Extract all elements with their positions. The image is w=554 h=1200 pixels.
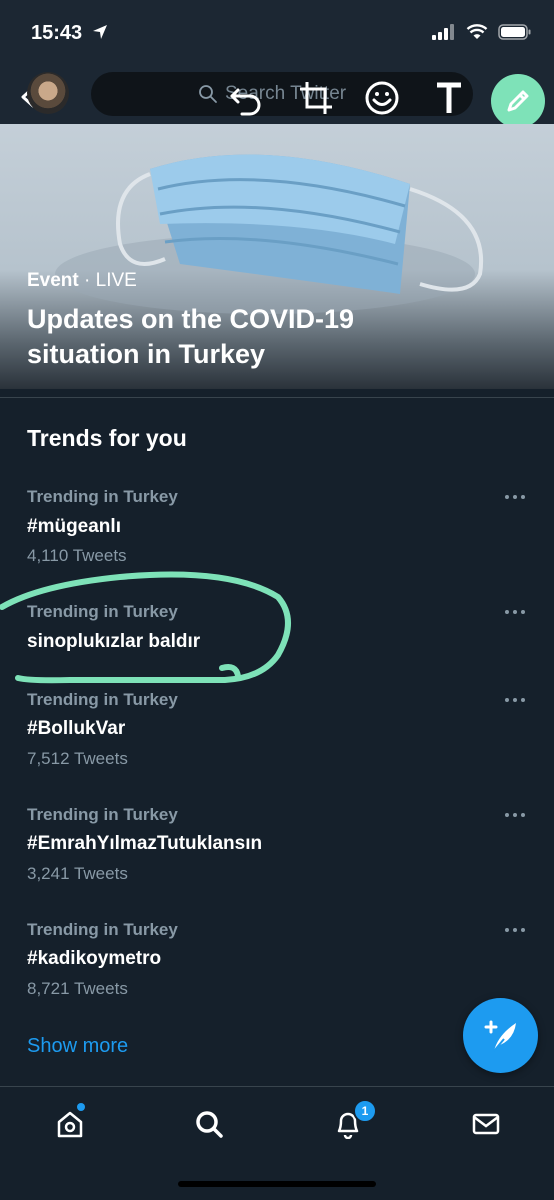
home-indicator bbox=[178, 1181, 376, 1187]
tab-notifications[interactable]: 1 bbox=[326, 1099, 377, 1146]
compose-feather-icon bbox=[484, 1020, 516, 1052]
mail-icon bbox=[472, 1113, 500, 1135]
tabbar-divider bbox=[0, 1086, 554, 1087]
compose-tweet-button[interactable] bbox=[463, 998, 538, 1073]
search-icon bbox=[196, 1111, 223, 1138]
status-time: 15:43 bbox=[31, 22, 83, 44]
battery-icon bbox=[498, 24, 531, 40]
more-options-icon[interactable] bbox=[504, 811, 526, 819]
trends-section-title: Trends for you bbox=[27, 425, 187, 451]
trend-name: #mügeanlı bbox=[27, 516, 121, 537]
status-icons bbox=[432, 24, 532, 40]
text-tool-icon[interactable] bbox=[431, 80, 467, 116]
live-label: LIVE bbox=[95, 270, 137, 291]
avatar[interactable] bbox=[27, 72, 69, 114]
emoji-icon[interactable] bbox=[364, 80, 400, 116]
show-more-link[interactable]: Show more bbox=[27, 1035, 128, 1058]
top-bar: Search Twitter bbox=[0, 66, 554, 128]
wifi-icon bbox=[466, 24, 488, 39]
notifications-badge: 1 bbox=[353, 1099, 377, 1123]
event-hero-card[interactable]: Event · LIVE Updates on the COVID-19 sit… bbox=[0, 124, 554, 389]
trend-name: #BollukVar bbox=[27, 718, 126, 739]
markup-pen-button[interactable] bbox=[491, 74, 545, 128]
pen-icon bbox=[507, 90, 529, 112]
trend-count: 8,721 Tweets bbox=[27, 979, 128, 998]
event-label: Event bbox=[27, 270, 79, 291]
more-options-icon[interactable] bbox=[504, 493, 526, 501]
trend-name: #EmrahYılmazTutuklansın bbox=[27, 833, 263, 854]
tab-search[interactable] bbox=[187, 1102, 231, 1146]
home-icon bbox=[57, 1111, 83, 1138]
trend-meta: Trending in Turkey bbox=[27, 920, 178, 939]
tab-messages[interactable] bbox=[464, 1102, 508, 1146]
tab-home[interactable] bbox=[48, 1102, 92, 1146]
search-input[interactable]: Search Twitter bbox=[91, 72, 473, 116]
search-icon bbox=[199, 85, 217, 103]
trend-meta: Trending in Turkey bbox=[27, 805, 178, 824]
trend-meta: Trending in Turkey bbox=[27, 487, 178, 506]
trend-name: #kadikoymetro bbox=[27, 948, 162, 969]
trend-count: 3,241 Tweets bbox=[27, 864, 128, 883]
event-kicker: Event · LIVE bbox=[27, 270, 137, 292]
signal-icon bbox=[432, 24, 454, 40]
home-new-dot bbox=[77, 1103, 85, 1111]
event-title: Updates on the COVID-19 situation in Tur… bbox=[27, 304, 355, 369]
kicker-separator: · bbox=[78, 270, 96, 291]
annotation-circle bbox=[0, 571, 291, 684]
crop-icon[interactable] bbox=[298, 80, 334, 116]
location-arrow-icon bbox=[93, 25, 107, 39]
more-options-icon[interactable] bbox=[504, 926, 526, 934]
status-bar: 15:43 bbox=[0, 0, 554, 66]
trend-count: 7,512 Tweets bbox=[27, 749, 128, 768]
section-divider bbox=[0, 397, 554, 398]
undo-icon[interactable] bbox=[228, 80, 264, 116]
